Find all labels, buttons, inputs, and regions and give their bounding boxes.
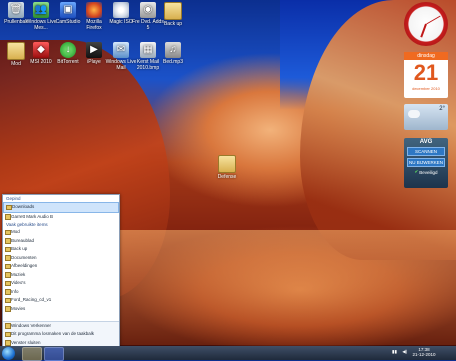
firefox-icon <box>86 2 102 18</box>
taskbar-camstudio-button[interactable] <box>44 347 64 361</box>
jump-item-label: Downloads <box>12 204 35 209</box>
jump-item-documenten[interactable]: Documenten <box>3 254 119 263</box>
jump-item-label: Movies <box>11 305 26 311</box>
avg-scan-button[interactable]: SCANNEN <box>407 147 445 156</box>
system-tray: ▮▮ ◀) 17:38 21-12-2010 <box>392 347 435 357</box>
jump-item-label: Windows Verkenner <box>11 322 52 328</box>
network-icon[interactable]: ▮▮ <box>392 349 397 354</box>
audio-icon: ♫ <box>165 42 181 58</box>
taskbar <box>0 346 456 360</box>
jump-item-label: Bureaublad <box>11 237 35 243</box>
pinned-header: Gepind <box>6 196 21 201</box>
recent-header: Vaak gebruikte items <box>6 222 48 227</box>
folder-icon <box>218 155 236 173</box>
calendar-gadget[interactable]: dinsdag 21 december 2010 <box>404 52 448 98</box>
jump-item-label: Dit programma losmaken van de taakbalk <box>11 331 95 336</box>
jump-item-label: Ford_Racing_cd_v1 <box>11 297 52 302</box>
jump-item-videos[interactable]: Video's <box>3 279 119 288</box>
clock-minute-hand <box>425 15 441 25</box>
avg-status: Beveiligd <box>419 169 438 175</box>
calendar-weekday: dinsdag <box>404 52 448 60</box>
jump-item-label: Muziek <box>11 271 26 277</box>
jump-item-downloads[interactable]: Downloads <box>3 202 119 213</box>
jump-item-bureaublad[interactable]: Bureaublad <box>3 237 119 246</box>
bittorrent-icon: ↓ <box>60 42 76 58</box>
avg-gadget[interactable]: AVG SCANNEN NU BIJWERKEN ✔ Beveiligd <box>404 138 448 188</box>
avg-title: AVG <box>419 139 433 145</box>
jump-item-label: Back up <box>11 246 28 251</box>
jump-item-garrett[interactable]: Garrett Mark Audio B <box>3 213 119 222</box>
desktop-icon-label: Defense <box>217 174 237 180</box>
jump-item-ford-racing[interactable]: Ford_Racing_cd_v1 <box>3 296 119 305</box>
tray-date[interactable]: 21-12-2010 <box>412 352 435 357</box>
clock-hour-hand <box>420 23 427 38</box>
jump-footer-explorer[interactable]: Windows Verkenner <box>3 322 119 331</box>
desktop-icon-label: Back up <box>163 21 183 27</box>
calendar-day: 21 <box>413 60 439 85</box>
msi-icon: ◆ <box>33 42 49 58</box>
check-icon: ✔ <box>414 169 419 174</box>
taskbar-explorer-button[interactable] <box>22 347 42 361</box>
image-icon: ▦ <box>140 42 156 58</box>
camstudio-icon: ▣ <box>60 2 76 18</box>
jump-item-label: Info <box>11 288 19 294</box>
jump-item-label: Video's <box>11 280 26 285</box>
volume-icon[interactable]: ◀) <box>402 349 407 354</box>
messenger-icon: 👥 <box>33 2 49 18</box>
folder-icon <box>7 42 25 60</box>
jump-item-back-up[interactable]: Back up <box>3 245 119 254</box>
jump-item-muziek[interactable]: Muziek <box>3 271 119 280</box>
dvd-icon: ◉ <box>140 2 156 18</box>
jump-item-afbeeldingen[interactable]: Afbeeldingen <box>3 262 119 271</box>
jump-item-label: Mod <box>11 229 20 234</box>
recycle-bin-icon: 🗑 <box>8 2 24 18</box>
avg-update-button[interactable]: NU BIJWERKEN <box>407 158 445 167</box>
jump-item-mod[interactable]: Mod <box>3 228 119 237</box>
start-button[interactable] <box>2 347 15 360</box>
mail-icon: ✉ <box>113 42 129 58</box>
weather-gadget[interactable]: 2° <box>404 104 448 130</box>
jump-item-label: Documenten <box>11 254 37 260</box>
desktop-icon-back-up[interactable]: Back up <box>157 2 189 27</box>
disc-icon <box>113 2 129 18</box>
jump-item-label: Afbeeldingen <box>11 263 38 268</box>
jump-item-label: Garrett Mark Audio B <box>11 213 54 219</box>
desktop-icon-bed-mp3[interactable]: ♫ Bed.mp3 <box>157 42 189 65</box>
jump-item-movies[interactable]: Movies <box>3 305 119 314</box>
calendar-month: december 2010 <box>412 86 440 91</box>
jump-footer-unpin[interactable]: Dit programma losmaken van de taakbalk <box>3 330 119 339</box>
folder-icon <box>164 2 182 20</box>
desktop-icon-label: Bed.mp3 <box>162 59 183 65</box>
jump-list-menu: Gepind Downloads Garrett Mark Audio B Va… <box>2 194 120 348</box>
app-icon: ▶ <box>86 42 102 58</box>
desktop-icon-defense[interactable]: Defense <box>211 155 243 180</box>
weather-temperature: 2° <box>439 106 445 112</box>
jump-list-footer: Windows Verkenner Dit programma losmaken… <box>3 320 119 347</box>
cloud-icon <box>408 110 420 118</box>
jump-item-info[interactable]: Info <box>3 288 119 297</box>
water-reflection <box>110 230 456 345</box>
clock-gadget[interactable] <box>404 2 448 46</box>
jump-item-label: Venster sluiten <box>11 339 41 345</box>
